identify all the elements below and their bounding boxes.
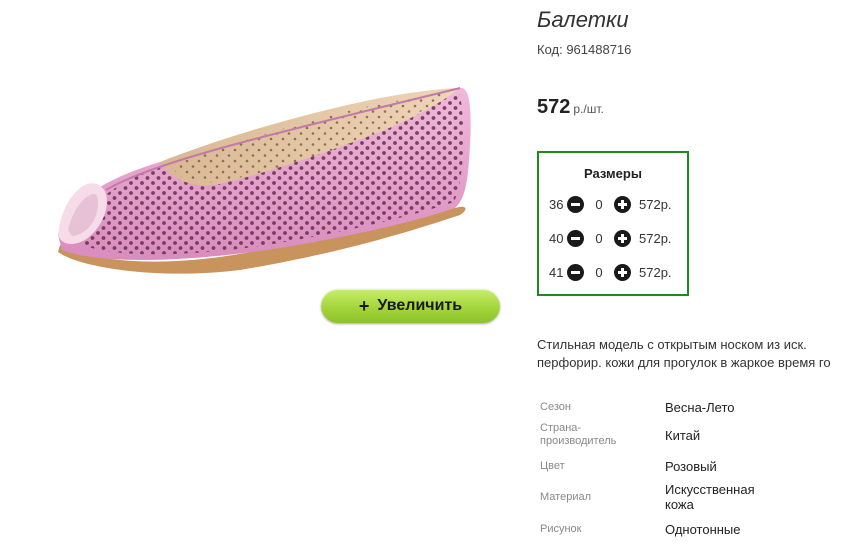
size-row: 40 0 572р. bbox=[549, 228, 672, 248]
attribute-value: Искусственная кожа bbox=[665, 482, 755, 512]
plus-icon[interactable] bbox=[614, 263, 631, 281]
size-value: 36 bbox=[549, 196, 564, 212]
attribute-row-material: Материал Искусственная кожа bbox=[540, 482, 785, 512]
product-price: 572 р./шт. bbox=[537, 96, 604, 119]
size-quantity: 0 bbox=[595, 264, 603, 280]
size-quantity: 0 bbox=[595, 196, 603, 212]
zoom-button[interactable]: + Увеличить bbox=[321, 289, 500, 323]
plus-icon[interactable] bbox=[614, 229, 631, 247]
minus-icon[interactable] bbox=[567, 229, 584, 247]
attribute-label: Сезон bbox=[540, 401, 571, 413]
description-line: Стильная модель с открытым носком из иск… bbox=[537, 337, 807, 352]
product-image[interactable] bbox=[40, 70, 500, 280]
attribute-label: Страна- производитель bbox=[540, 422, 617, 447]
product-code: Код: 961488716 bbox=[537, 42, 632, 57]
attribute-row-season: Сезон Весна-Лето bbox=[540, 400, 785, 415]
product-description: Стильная модель с открытым носком из иск… bbox=[537, 336, 856, 372]
attribute-label: Материал bbox=[540, 490, 591, 503]
plus-icon[interactable] bbox=[614, 195, 631, 213]
size-row: 36 0 572р. bbox=[549, 194, 672, 214]
size-price: 572р. bbox=[639, 230, 672, 246]
product-title: Балетки bbox=[537, 7, 629, 32]
sizes-panel: Размеры 36 0 572р. 40 0 572р. 41 0 572р. bbox=[537, 151, 689, 296]
sizes-title: Размеры bbox=[584, 166, 642, 181]
attribute-value: Однотонные bbox=[665, 522, 741, 537]
attribute-value: Весна-Лето bbox=[665, 400, 735, 415]
size-value: 40 bbox=[549, 230, 564, 246]
size-quantity: 0 bbox=[595, 230, 603, 246]
minus-icon[interactable] bbox=[567, 195, 584, 213]
size-row: 41 0 572р. bbox=[549, 262, 672, 282]
attribute-label: Цвет bbox=[540, 460, 565, 472]
attribute-value: Розовый bbox=[665, 459, 717, 474]
attribute-label: Рисунок bbox=[540, 523, 582, 535]
zoom-label: Увеличить bbox=[377, 297, 463, 314]
plus-icon: + bbox=[358, 295, 370, 316]
size-price: 572р. bbox=[639, 196, 672, 212]
size-price: 572р. bbox=[639, 264, 672, 280]
attribute-row-pattern: Рисунок Однотонные bbox=[540, 522, 785, 537]
attribute-value: Китай bbox=[665, 427, 701, 443]
price-value: 572 bbox=[537, 96, 571, 118]
attribute-row-color: Цвет Розовый bbox=[540, 459, 785, 474]
price-unit: р./шт. bbox=[573, 102, 604, 116]
description-line: перфорир. кожи для прогулок в жаркое вре… bbox=[537, 355, 831, 370]
attribute-row-country: Страна- производитель Китай bbox=[540, 422, 785, 448]
minus-icon[interactable] bbox=[567, 263, 584, 281]
size-value: 41 bbox=[549, 264, 564, 280]
